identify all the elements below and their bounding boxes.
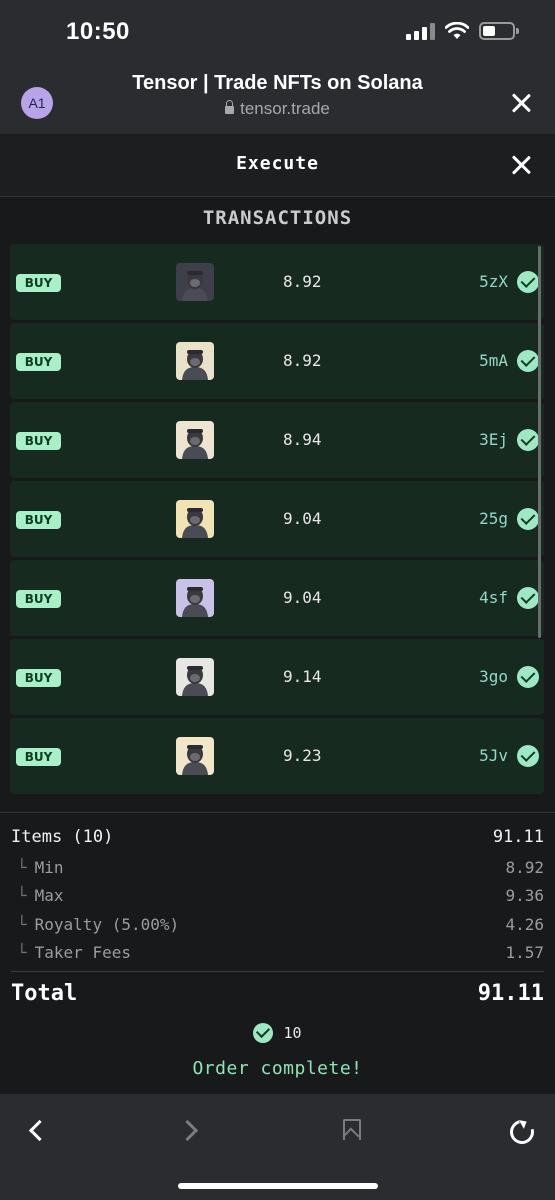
items-label: Items (10) <box>11 827 114 847</box>
reload-icon[interactable] <box>508 1116 536 1144</box>
check-icon <box>517 745 539 767</box>
transaction-signature-link[interactable]: 5zX <box>479 272 508 291</box>
transaction-price: 9.23 <box>283 746 322 765</box>
transaction-row[interactable]: BUY 8.92 5mA <box>10 323 544 399</box>
home-indicator <box>178 1183 378 1189</box>
page-title: Tensor | Trade NFTs on Solana <box>132 72 423 94</box>
modal-header: Execute <box>0 134 555 197</box>
total-value: 91.11 <box>477 981 544 1006</box>
nft-thumbnail[interactable] <box>176 579 214 617</box>
check-icon <box>517 508 539 530</box>
royalty-row: Royalty (5.00%) 4.26 <box>11 915 544 934</box>
transaction-signature-link[interactable]: 5Jv <box>479 746 508 765</box>
max-row: Max 9.36 <box>11 886 544 905</box>
status-time: 10:50 <box>66 18 130 45</box>
check-icon <box>253 1023 274 1043</box>
transaction-row[interactable]: BUY 9.04 4sf <box>10 560 544 636</box>
nft-thumbnail[interactable] <box>176 500 214 538</box>
close-browser-icon[interactable] <box>511 93 531 113</box>
divider <box>11 971 544 972</box>
check-icon <box>517 666 539 688</box>
transaction-row[interactable]: BUY 8.94 3Ej <box>10 402 544 478</box>
close-modal-icon[interactable] <box>511 155 531 175</box>
section-title: TRANSACTIONS <box>202 207 353 229</box>
transaction-signature-link[interactable]: 25g <box>479 509 508 528</box>
min-label: Min <box>11 858 64 877</box>
min-row: Min 8.92 <box>11 858 544 877</box>
max-value: 9.36 <box>505 886 544 905</box>
check-icon <box>517 587 539 609</box>
buy-badge: BUY <box>16 590 61 608</box>
royalty-value: 4.26 <box>505 915 544 934</box>
transaction-row[interactable]: BUY 9.23 5Jv <box>10 718 544 794</box>
taker-fees-label: Taker Fees <box>11 943 131 962</box>
buy-badge: BUY <box>16 432 61 450</box>
nft-thumbnail[interactable] <box>176 263 214 301</box>
total-row: Total 91.11 <box>11 981 544 1006</box>
transaction-price: 9.14 <box>283 667 322 686</box>
check-icon <box>517 271 539 293</box>
scrollbar[interactable] <box>538 246 541 638</box>
buy-badge: BUY <box>16 274 61 292</box>
buy-badge: BUY <box>16 353 61 371</box>
nft-thumbnail[interactable] <box>176 421 214 459</box>
status-icons <box>406 22 519 40</box>
transaction-signature-link[interactable]: 3go <box>479 667 508 686</box>
transaction-row[interactable]: BUY 8.92 5zX <box>10 244 544 320</box>
transaction-price: 8.92 <box>283 351 322 370</box>
transactions-list[interactable]: BUY 8.92 5zX BUY 8.92 5mA BUY 8.94 3Ej BUY 9.04 25g… <box>10 244 544 802</box>
transaction-row[interactable]: BUY 9.14 3go <box>10 639 544 715</box>
signal-icon <box>406 22 435 40</box>
forward-icon[interactable] <box>178 1116 206 1144</box>
url-bar[interactable]: tensor.trade <box>0 99 555 119</box>
completed-count-value: 10 <box>283 1024 302 1042</box>
transaction-signature-link[interactable]: 3Ej <box>479 430 508 449</box>
max-label: Max <box>11 886 64 905</box>
taker-fees-row: Taker Fees 1.57 <box>11 943 544 962</box>
nft-thumbnail[interactable] <box>176 342 214 380</box>
back-icon[interactable] <box>22 1116 50 1144</box>
check-icon <box>517 429 539 451</box>
wifi-icon <box>445 22 469 39</box>
modal-title: Execute <box>236 153 319 174</box>
completed-count: 10 <box>0 1023 555 1043</box>
battery-icon <box>479 22 519 40</box>
bookmark-icon[interactable] <box>339 1116 367 1144</box>
order-complete-message: Order complete! <box>192 1058 363 1079</box>
nft-thumbnail[interactable] <box>176 737 214 775</box>
buy-badge: BUY <box>16 669 61 687</box>
order-summary: Items (10) 91.11 Min 8.92 Max 9.36 Royal… <box>0 812 555 1094</box>
min-value: 8.92 <box>505 858 544 877</box>
lock-icon <box>225 100 235 114</box>
transaction-price: 9.04 <box>283 588 322 607</box>
items-value: 91.11 <box>492 827 544 847</box>
transaction-price: 8.92 <box>283 272 322 291</box>
status-bar: 10:50 <box>0 0 555 60</box>
items-row: Items (10) 91.11 <box>11 827 544 847</box>
url-text: tensor.trade <box>240 99 330 118</box>
buy-badge: BUY <box>16 748 61 766</box>
transaction-price: 9.04 <box>283 509 322 528</box>
taker-fees-value: 1.57 <box>505 943 544 962</box>
transaction-price: 8.94 <box>283 430 322 449</box>
browser-header: A1 Tensor | Trade NFTs on Solana tensor.… <box>0 60 555 134</box>
nft-thumbnail[interactable] <box>176 658 214 696</box>
check-icon <box>517 350 539 372</box>
transaction-signature-link[interactable]: 4sf <box>479 588 508 607</box>
buy-badge: BUY <box>16 511 61 529</box>
transaction-signature-link[interactable]: 5mA <box>479 351 508 370</box>
royalty-label: Royalty (5.00%) <box>11 915 180 934</box>
total-label: Total <box>11 981 78 1006</box>
transaction-row[interactable]: BUY 9.04 25g <box>10 481 544 557</box>
